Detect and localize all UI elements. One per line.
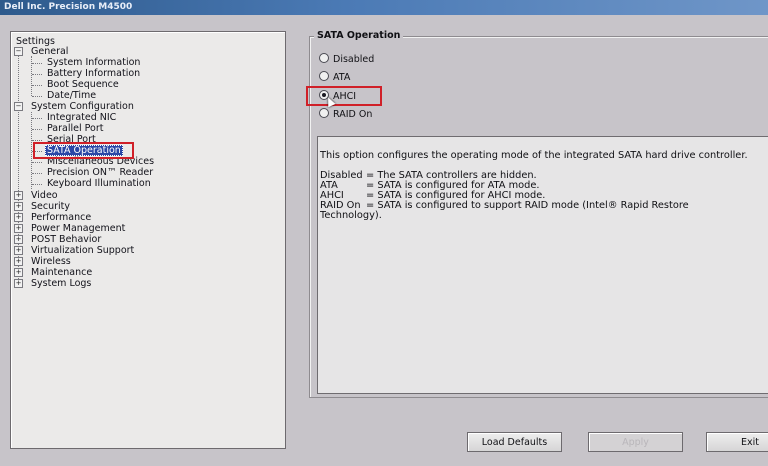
window-title: Dell Inc. Precision M4500 [0, 0, 768, 15]
tree-item-maintenance[interactable]: Maintenance [31, 267, 92, 278]
tree-item-parallel-port[interactable]: Parallel Port [47, 123, 103, 134]
expand-icon[interactable]: + [14, 268, 23, 277]
collapse-icon[interactable]: − [14, 47, 23, 56]
radio-icon[interactable] [319, 108, 329, 118]
tree-item-wireless[interactable]: Wireless [31, 256, 71, 267]
settings-tree[interactable]: Settings − General System Information Ba… [10, 31, 286, 449]
tree-item-post-behavior[interactable]: POST Behavior [31, 234, 101, 245]
tree-item-keyboard-illumination[interactable]: Keyboard Illumination [47, 178, 151, 189]
tree-item-security[interactable]: Security [31, 201, 70, 212]
radio-label: ATA [333, 72, 351, 83]
tree-item-date-time[interactable]: Date/Time [47, 90, 96, 101]
help-desc: = SATA is configured to support RAID mod… [366, 200, 689, 211]
expand-icon[interactable]: + [14, 257, 23, 266]
tree-item-integrated-nic[interactable]: Integrated NIC [47, 112, 116, 123]
tree-item-virtualization-support[interactable]: Virtualization Support [31, 245, 134, 256]
apply-button[interactable]: Apply [588, 432, 683, 452]
group-title: SATA Operation [314, 30, 404, 41]
collapse-icon[interactable]: − [14, 102, 23, 111]
tree-item-boot-sequence[interactable]: Boot Sequence [47, 79, 119, 90]
expand-icon[interactable]: + [14, 202, 23, 211]
expand-icon[interactable]: + [14, 224, 23, 233]
radio-label: Disabled [333, 54, 375, 65]
expand-icon[interactable]: + [14, 246, 23, 255]
help-intro: This option configures the operating mod… [320, 150, 748, 161]
radio-ata[interactable]: ATA [319, 71, 350, 83]
load-defaults-button[interactable]: Load Defaults [467, 432, 562, 452]
tree-item-system-logs[interactable]: System Logs [31, 278, 91, 289]
tree-item-power-management[interactable]: Power Management [31, 223, 125, 234]
expand-icon[interactable]: + [14, 279, 23, 288]
tree-item-general[interactable]: General [31, 46, 68, 57]
radio-icon[interactable] [319, 71, 329, 81]
expand-icon[interactable]: + [14, 213, 23, 222]
radio-disabled[interactable]: Disabled [319, 53, 374, 65]
highlight-box [306, 86, 382, 106]
tree-item-system-configuration[interactable]: System Configuration [31, 101, 134, 112]
expand-icon[interactable]: + [14, 191, 23, 200]
radio-raid-on[interactable]: RAID On [319, 108, 372, 120]
exit-button[interactable]: Exit [706, 432, 768, 452]
help-continuation: Technology). [320, 210, 382, 221]
tree-item-system-information[interactable]: System Information [47, 57, 140, 68]
tree-item-video[interactable]: Video [31, 190, 58, 201]
radio-icon[interactable] [319, 53, 329, 63]
tree-item-performance[interactable]: Performance [31, 212, 91, 223]
highlight-box [33, 142, 134, 159]
tree-item-precision-on-reader[interactable]: Precision ON™ Reader [47, 167, 153, 178]
expand-icon[interactable]: + [14, 235, 23, 244]
radio-label: RAID On [333, 109, 373, 120]
tree-item-battery-information[interactable]: Battery Information [47, 68, 140, 79]
